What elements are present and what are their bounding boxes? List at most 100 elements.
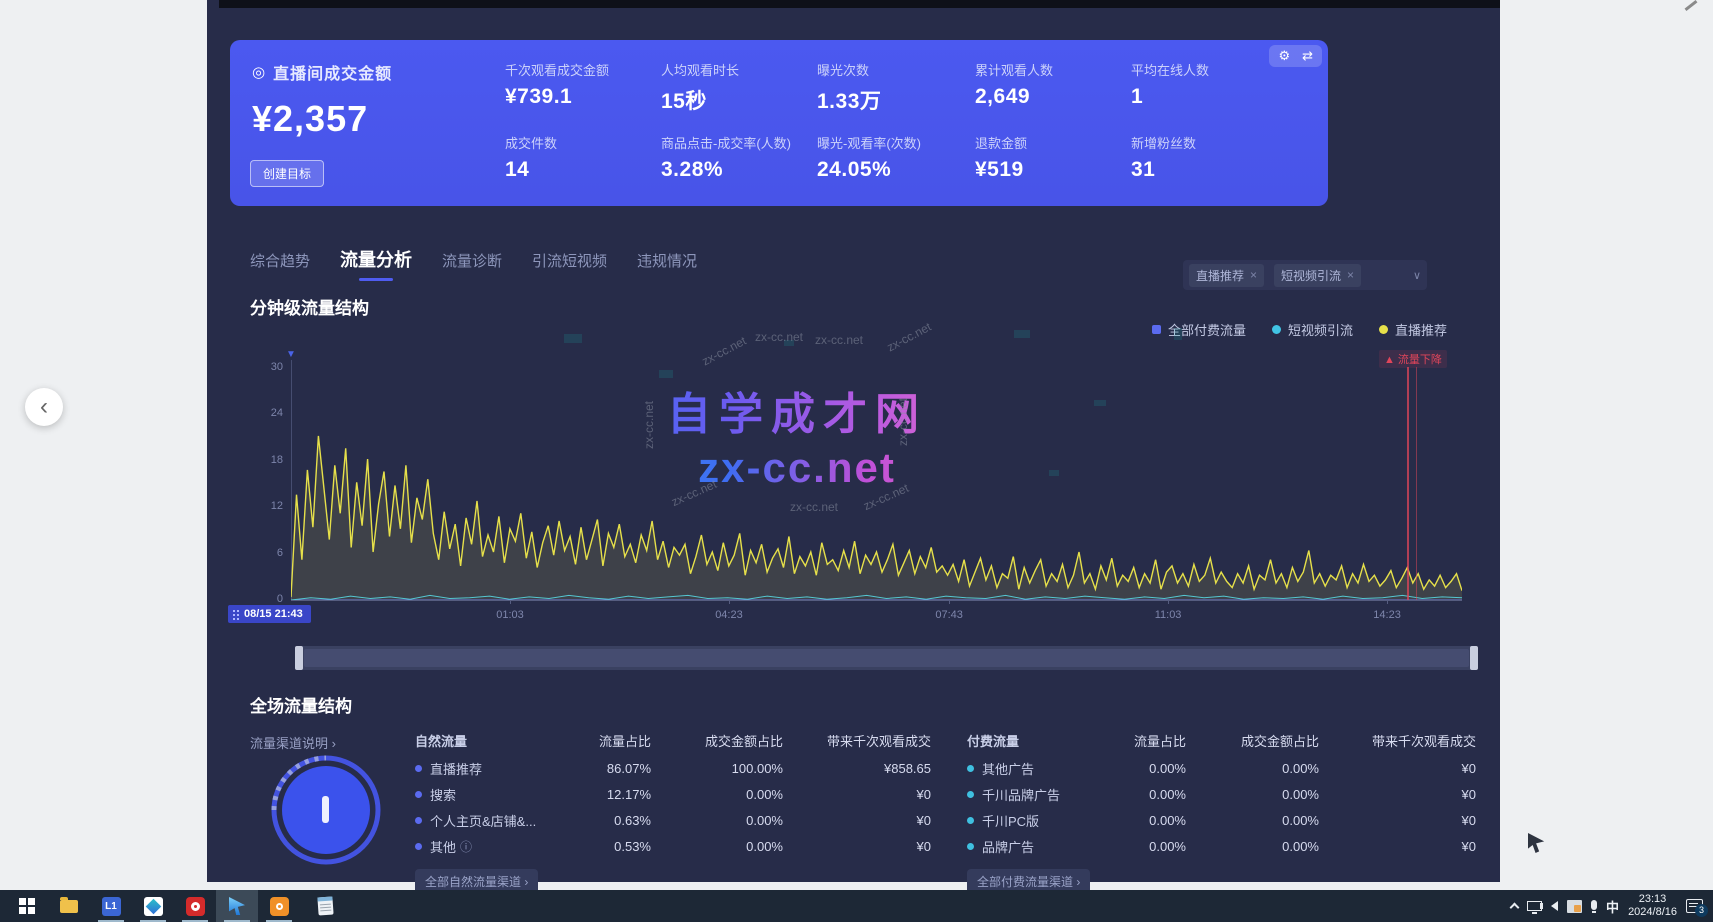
bullet-icon <box>967 843 974 850</box>
metric-cell: 成交件数14 <box>505 133 661 206</box>
notification-badge: 3 <box>1695 904 1708 917</box>
bullet-icon <box>415 817 422 824</box>
primary-metric-value: ¥2,357 <box>252 98 368 140</box>
metric-cell: 曝光-观看率(次数)24.05% <box>817 133 975 206</box>
traffic-section-title: 全场流量结构 <box>250 692 352 717</box>
table-row: 个人主页&店铺&... 0.63% 0.00% ¥0 <box>415 811 931 829</box>
legend-marker <box>1272 325 1281 334</box>
time-range-slider[interactable] <box>295 646 1478 670</box>
app-l1-button[interactable]: L1 <box>90 890 132 922</box>
orange-app-icon <box>270 897 289 916</box>
target-icon: ◎ <box>252 63 265 81</box>
pencil-icon <box>1685 0 1698 11</box>
tab-short-video[interactable]: 引流短视频 <box>532 250 607 271</box>
slider-handle-left[interactable] <box>295 646 303 670</box>
table-row: 搜索 12.17% 0.00% ¥0 <box>415 785 931 803</box>
metric-cell: 新增粉丝数31 <box>1131 133 1291 206</box>
bullet-icon <box>415 765 422 772</box>
legend-item-paid[interactable]: 全部付费流量 <box>1152 320 1246 339</box>
tab-violations[interactable]: 违规情况 <box>637 250 697 271</box>
create-goal-button[interactable]: 创建目标 <box>250 160 324 187</box>
teal-app-icon <box>144 897 163 916</box>
tray-expand-button[interactable] <box>1511 901 1518 911</box>
microphone-icon[interactable] <box>1591 900 1597 913</box>
tab-traffic-diagnosis[interactable]: 流量诊断 <box>442 250 502 271</box>
table-row: 其他广告 0.00% 0.00% ¥0 <box>967 759 1476 777</box>
legend-item-live-recommend[interactable]: 直播推荐 <box>1379 320 1447 339</box>
filter-chip[interactable]: 直播推荐 × <box>1189 264 1264 287</box>
tab-traffic-analysis[interactable]: 流量分析 <box>340 246 412 272</box>
axis-start-marker-icon: ▼ <box>286 349 296 360</box>
metric-cell: 曝光次数1.33万 <box>817 60 975 133</box>
paid-traffic-table: 付费流量 流量占比 成交金额占比 带来千次观看成交 其他广告 0.00% 0.0… <box>967 731 1476 894</box>
notification-icon[interactable]: 3 <box>1686 899 1703 913</box>
table-row: 千川品牌广告 0.00% 0.00% ¥0 <box>967 785 1476 803</box>
bullet-icon <box>415 843 422 850</box>
channel-filter-select[interactable]: 直播推荐 × 短视频引流 × ∨ <box>1183 260 1427 290</box>
volume-icon[interactable] <box>1551 901 1558 911</box>
l1-app-icon: L1 <box>102 897 121 916</box>
minute-traffic-chart <box>291 360 1462 600</box>
red-ring-app-icon <box>186 897 205 916</box>
window-top-edge <box>219 0 1500 8</box>
app-red-button[interactable] <box>174 890 216 922</box>
legend-marker <box>1379 325 1388 334</box>
start-button[interactable] <box>6 890 48 922</box>
chevron-up-icon <box>1510 903 1520 913</box>
watermark: zx-cc.net <box>755 330 803 344</box>
metric-cell: 平均在线人数1 <box>1131 60 1291 133</box>
ime-indicator[interactable]: 中 <box>1606 897 1619 916</box>
legend-marker <box>1152 325 1161 334</box>
bullet-icon <box>967 765 974 772</box>
compression-artifact <box>564 334 582 343</box>
system-tray: 中 23:13 2024/8/16 3 <box>1511 890 1713 922</box>
swap-icon[interactable]: ⇄ <box>1302 48 1313 64</box>
traffic-donut-chart <box>267 748 385 870</box>
previous-page-button[interactable]: ‹ <box>25 388 63 426</box>
notepad-icon <box>317 896 333 915</box>
pointer-app-icon <box>229 897 245 915</box>
natural-traffic-table: 自然流量 流量占比 成交金额占比 带来千次观看成交 直播推荐 86.07% 10… <box>415 731 931 894</box>
file-explorer-button[interactable] <box>48 890 90 922</box>
slider-selected-range <box>304 649 1469 667</box>
watermark: zx-cc.net <box>885 320 934 355</box>
info-icon[interactable]: ⓘ <box>460 838 472 855</box>
notepad-button[interactable] <box>304 890 346 922</box>
tab-overall-trend[interactable]: 综合趋势 <box>250 250 310 271</box>
desktop: ‹ ◎ 直播间成交金额 ¥2,357 创建目标 千次观看成交金额¥739.1 人… <box>0 0 1713 922</box>
y-axis-labels: 30 24 18 12 6 0 <box>237 361 283 607</box>
bullet-icon <box>415 791 422 798</box>
folder-icon <box>60 900 78 913</box>
time-range-badge[interactable]: 08/15 21:43 <box>228 605 311 623</box>
photos-tray-icon[interactable] <box>1567 900 1582 913</box>
watermark: zx-cc.net <box>815 333 863 347</box>
table-row: 直播推荐 86.07% 100.00% ¥858.65 <box>415 759 931 777</box>
gear-icon[interactable]: ⚙ <box>1278 48 1290 64</box>
metric-cell: 累计观看人数2,649 <box>975 60 1131 133</box>
app-pointer-button-active[interactable] <box>216 890 258 922</box>
compression-artifact <box>1014 330 1030 338</box>
chevron-left-icon: ‹ <box>40 393 48 420</box>
primary-metric-label: 直播间成交金额 <box>273 60 392 84</box>
windows-taskbar: L1 中 23:13 2024/8/16 3 <box>0 890 1713 922</box>
table-header-row: 付费流量 流量占比 成交金额占比 带来千次观看成交 <box>967 731 1476 749</box>
compression-artifact <box>784 340 794 346</box>
filter-chip[interactable]: 短视频引流 × <box>1274 264 1361 287</box>
taskbar-clock[interactable]: 23:13 2024/8/16 <box>1628 893 1677 919</box>
app-orange-button[interactable] <box>258 890 300 922</box>
metrics-grid: 千次观看成交金额¥739.1 人均观看时长15秒 曝光次数1.33万 累计观看人… <box>505 60 1291 206</box>
slider-handle-right[interactable] <box>1470 646 1478 670</box>
metric-cell: 千次观看成交金额¥739.1 <box>505 60 661 133</box>
x-axis-line <box>291 600 1462 601</box>
bullet-icon <box>967 817 974 824</box>
metrics-banner: ◎ 直播间成交金额 ¥2,357 创建目标 千次观看成交金额¥739.1 人均观… <box>230 40 1328 206</box>
app-teal-button[interactable] <box>132 890 174 922</box>
close-icon[interactable]: × <box>1250 268 1257 282</box>
chevron-down-icon: ∨ <box>1413 269 1421 282</box>
live-dashboard-window: ◎ 直播间成交金额 ¥2,357 创建目标 千次观看成交金额¥739.1 人均观… <box>207 0 1500 882</box>
chart-legend: 全部付费流量 短视频引流 直播推荐 <box>1152 320 1447 339</box>
table-row: 其他ⓘ 0.53% 0.00% ¥0 <box>415 837 931 855</box>
close-icon[interactable]: × <box>1347 268 1354 282</box>
table-header-row: 自然流量 流量占比 成交金额占比 带来千次观看成交 <box>415 731 931 749</box>
legend-item-short-video[interactable]: 短视频引流 <box>1272 320 1353 339</box>
